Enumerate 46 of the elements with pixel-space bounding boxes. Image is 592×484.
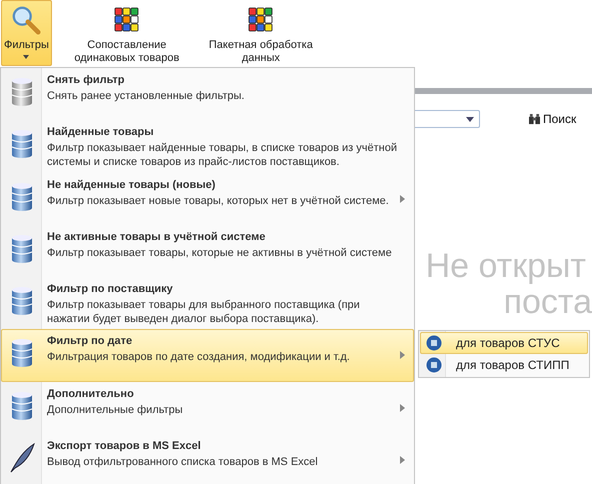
menu-item[interactable]: Фильтр по поставщику Фильтр показывает товары для выбранного поставщика (при нажатии будет выведен диалог выбора поставщика). (1, 277, 414, 330)
ribbon-button[interactable]: Сопоставление одинаковых товаров (62, 0, 192, 66)
empty-message: поста (504, 284, 592, 320)
menu-item-title: Снять фильтр (47, 73, 126, 87)
caret-icon (23, 55, 30, 59)
submenu-item[interactable]: для товаров СТУС (420, 332, 588, 354)
feather-icon (9, 442, 35, 473)
database-icon (11, 182, 33, 212)
disc-icon (426, 357, 442, 373)
menu-item-title: Дополнительно (47, 386, 135, 400)
menu-item-description: Фильтрация товаров по дате создания, модификации и т.д. (47, 350, 351, 364)
menu-item[interactable]: Снять фильтр Снять ранее установленные фильтры. (1, 68, 414, 120)
database-icon (11, 234, 33, 264)
menu-item[interactable]: Дополнительно Дополнительные фильтры (1, 382, 414, 434)
menu-item-description: Снять ранее установленные фильтры. (47, 89, 246, 103)
caret-icon (466, 116, 474, 122)
database-icon (11, 286, 33, 316)
binoculars-icon (528, 114, 541, 124)
menu-item[interactable]: Найденные товары Фильтр показывает найденные товары, в списке товаров из учётной системы и списке товаров из прайс-листов поставщиков. (1, 120, 414, 172)
disc-icon (426, 335, 442, 351)
search-button[interactable]: Поиск (528, 112, 576, 126)
menu-item-title: Фильтр по поставщику (47, 282, 174, 296)
menu-item-title: Найденные товары (47, 125, 155, 140)
menu-item-title: Экспорт товаров в MS Excel (47, 438, 202, 453)
menu-item-title: Фильтр по дате (47, 334, 134, 348)
menu-item[interactable]: Не активные товары в учётной системе Фильтр показывает товары, которые не активны в учётной системе (1, 224, 414, 277)
menu-item-description: Фильтр показывает товары для выбранного поставщика (при нажатии будет выведен диалог выбора поставщика). (47, 298, 361, 326)
empty-message: Не открыт (426, 248, 586, 284)
menu-item-description: Фильтр показывает товары, которые не активны в учётной системе (47, 246, 393, 260)
search-icon (11, 5, 42, 35)
database-icon (11, 390, 33, 420)
menu-item-description: Дополнительные фильтры (47, 402, 184, 416)
ribbon-button[interactable]: Фильтры (1, 0, 52, 66)
submenu-item[interactable]: для товаров СТИПП (420, 354, 588, 376)
ribbon-button[interactable]: Пакетная обработка данных (196, 0, 326, 66)
menu-item[interactable]: Экспорт товаров в MS Excel Вывод отфильтрованного списка товаров в MS Excel (1, 434, 414, 484)
database-icon (11, 338, 33, 368)
database-icon (11, 129, 33, 160)
menu-item-description: Фильтр показывает новые товары, которых нет в учётной системе. (47, 194, 390, 208)
menu-item-description: Вывод отфильтрованного списка товаров в MS Excel (47, 454, 319, 469)
menu-item-title: Не найденные товары (новые) (47, 178, 216, 192)
database-icon (11, 77, 33, 107)
menu-item[interactable]: Фильтр по дате Фильтрация товаров по дате создания, модификации и т.д. (1, 329, 414, 382)
menu-item[interactable]: Не найденные товары (новые) Фильтр показывает новые товары, которых нет в учётной системе. (1, 172, 414, 225)
menu-item-description: Фильтр показывает найденные товары, в списке товаров из учётной системы и списке товаров из прайс-листов поставщиков. (47, 141, 398, 170)
menu-item-title: Не активные товары в учётной системе (47, 230, 266, 244)
